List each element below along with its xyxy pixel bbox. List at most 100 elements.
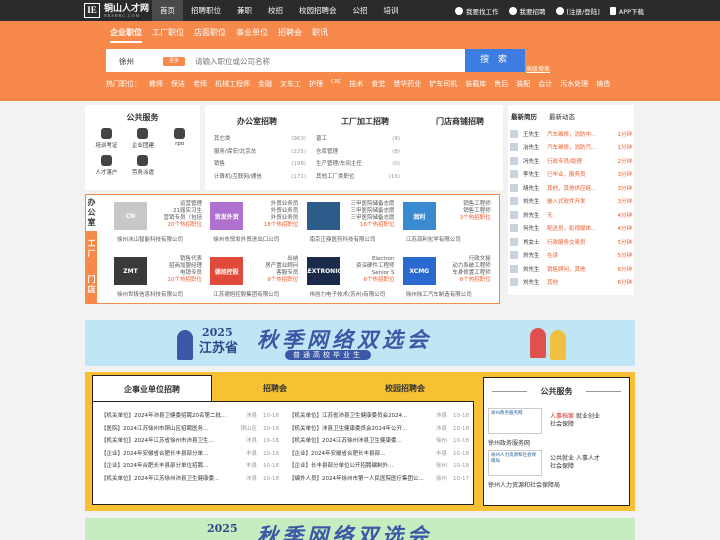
job-link[interactable]: 车身修置工程师 — [439, 270, 491, 277]
hot-job-link[interactable]: 装载库 — [465, 79, 486, 89]
hot-job-link[interactable]: 技术 — [349, 79, 363, 89]
hot-job-link[interactable]: 护理 — [309, 79, 323, 89]
resume-row[interactable]: 冶先生 汽车维修，消防汽... 1分钟 — [510, 141, 632, 155]
nav-campus[interactable]: 校招 — [260, 0, 291, 21]
public-job-row[interactable]: 【编外人员】2024年徐州市第一人民医院医疗集团公... 徐州 10-17 — [289, 473, 469, 486]
search-tab-corp[interactable]: 企业职位 — [110, 27, 142, 43]
hot-job-link[interactable]: 售后 — [494, 79, 508, 89]
list-item[interactable]: 其他工厂类职位 (16) — [316, 171, 400, 184]
company-name[interactable]: 伟创力电子技术(苏州)有限公司 — [310, 290, 386, 298]
public-job-row[interactable]: 【企业】2024年安徽省合肥长丰县部分单... 丰县 10-18 — [101, 448, 279, 461]
more-jobs-link[interactable]: 6个热招职位 — [439, 277, 491, 284]
resume-row[interactable]: 何先生 配送员，影视媒体... 4分钟 — [510, 222, 632, 236]
more-jobs-link[interactable]: 20个热招职位 — [150, 222, 203, 229]
resume-row[interactable]: 王先生 汽车维修，消防中... 1分钟 — [510, 127, 632, 141]
list-item[interactable]: 生产管理/车间主任 (0) — [316, 158, 400, 171]
job-link[interactable]: 资深硬件工程师 — [343, 263, 395, 270]
hot-job-link[interactable]: 会计 — [538, 79, 552, 89]
job-link[interactable]: Electron — [343, 256, 395, 263]
service-settle[interactable]: 人才落户 — [88, 155, 125, 176]
nav-jobs[interactable]: 招聘职位 — [183, 0, 229, 21]
company-card[interactable]: 润利 销售工程师 销售工程师 3个热招职位 江苏润利化学有限公司 — [401, 199, 497, 246]
service-dispatch[interactable]: 劳务派遣 — [125, 155, 162, 176]
job-link[interactable]: 运营管理 — [150, 201, 202, 208]
resume-row[interactable]: 刘先生 嵌入式软件开发 3分钟 — [510, 195, 632, 209]
resume-row[interactable]: 冯先生 行政专员/助理 2分钟 — [510, 154, 632, 168]
list-item[interactable]: 其它类 (963) — [214, 133, 306, 146]
nav-public[interactable]: 公招 — [345, 0, 376, 21]
nav-parttime[interactable]: 兼职 — [229, 0, 260, 21]
company-name[interactable]: 徐州徐工汽车制造有限公司 — [406, 290, 472, 298]
job-link[interactable]: 行政文秘 — [439, 256, 491, 263]
corp-tab-office[interactable]: 办公室 — [86, 195, 97, 231]
company-card[interactable]: 三甲医院储备志愿 三甲医院储备志愿 三甲医院储备志愿 16个热招职位 南京正鼎医药科技有… — [305, 199, 401, 246]
corp-tab-factory[interactable]: 工厂 — [86, 231, 97, 267]
public-job-row[interactable]: 【机关单位】2024江苏徐州沛县卫生健康委... 徐州 10-18 — [289, 435, 469, 448]
company-name[interactable]: 徐州冰山智能科技有限公司 — [117, 235, 183, 243]
public-job-row[interactable]: 【机关单位】江苏省沛县卫生健康委员会2024... 沛县 10-18 — [289, 410, 469, 423]
list-item[interactable]: 销售 (198) — [214, 158, 306, 171]
search-button[interactable]: 搜 索 — [465, 49, 525, 72]
hot-job-link[interactable]: 食堂 — [371, 79, 385, 89]
fair-banner-2[interactable]: 2025 秋季网络双选会 — [85, 518, 635, 540]
hot-job-link[interactable]: 铸造 — [596, 79, 610, 89]
more-jobs-link[interactable]: 6个热招职位 — [343, 277, 395, 284]
company-card[interactable]: 贸发外贸 外贸业务员 外贸业务员 外贸业务员 18个热招职位 徐州市贸发外贸进出口公司 — [208, 199, 304, 246]
more-jobs-link[interactable]: 18个热招职位 — [246, 222, 299, 229]
public-job-row[interactable]: 【企业】长丰县部分单位公开招聘编制外... 徐州 10-18 — [289, 460, 469, 473]
advanced-search-link[interactable]: 高级搜索 — [526, 64, 550, 73]
gov-service-item[interactable]: 徐州政务服务网 人事档案 就业创业 社会保障 徐州政务服务网 — [488, 408, 628, 448]
search-tab-news[interactable]: 职讯 — [312, 27, 328, 43]
public-job-row[interactable]: 【机关单位】2024年沛县卫健委招聘20名第二批... 沛县 10-18 — [101, 410, 279, 423]
resume-row[interactable]: 刘先生 销售顾问，其他 6分钟 — [510, 262, 632, 276]
tab-latest-news[interactable]: 最新动态 — [549, 111, 575, 121]
public-job-row[interactable]: 【企业】2024年合肥长丰县部分单位招聘... 丰县 10-18 — [101, 460, 279, 473]
hot-job-link[interactable]: 装配 — [516, 79, 530, 89]
list-item[interactable]: 仓库管理 (8) — [316, 146, 400, 159]
public-job-row[interactable]: 【医院】2024江苏徐州市铜山区招聘医务... 铜山区 10-18 — [101, 423, 279, 436]
job-link[interactable]: Senior S — [343, 270, 395, 277]
tab-latest-resumes[interactable]: 最新简历 — [511, 111, 537, 121]
hot-job-link[interactable]: 铲车司机 — [429, 79, 457, 89]
company-name[interactable]: 江苏润利化学有限公司 — [406, 235, 461, 243]
list-item[interactable]: 普工 (9) — [316, 133, 400, 146]
search-tab-shop[interactable]: 店面职位 — [194, 27, 226, 43]
job-link[interactable]: 三甲医院储备志愿 — [343, 215, 394, 222]
search-tab-factory[interactable]: 工厂职位 — [152, 27, 184, 43]
corp-tab-shop[interactable]: 门店 — [86, 267, 97, 303]
search-tab-fair[interactable]: 招聘会 — [278, 27, 302, 43]
resume-row[interactable]: 刘先生 在读 5分钟 — [510, 249, 632, 263]
resume-row[interactable]: 肖女士 行政服务交易员 5分钟 — [510, 235, 632, 249]
hot-job-link[interactable]: 教师 — [149, 79, 163, 89]
tab-campus-fair[interactable]: 校园招聘会 — [340, 375, 470, 402]
more-jobs-link[interactable]: 3个热招职位 — [439, 215, 491, 222]
hot-job-link[interactable]: 叉车工 — [280, 79, 301, 89]
company-name[interactable]: 徐州市贸发外贸进出口公司 — [213, 235, 279, 243]
tab-public-units[interactable]: 企事业单位招聘 — [92, 375, 212, 402]
company-name[interactable]: 南京正鼎医药科技有限公司 — [310, 235, 376, 243]
public-job-row[interactable]: 【企业】2024年安徽省合肥长丰县部... 丰县 10-18 — [289, 448, 469, 461]
tab-job-fair[interactable]: 招聘会 — [215, 375, 335, 402]
service-rpo[interactable]: rpo — [161, 128, 198, 149]
job-link[interactable]: 三甲医院储备志愿 — [343, 201, 394, 208]
more-jobs-link[interactable]: 10个热招职位 — [150, 277, 203, 284]
resume-row[interactable]: 刘先生无 4分钟 — [510, 208, 632, 222]
service-teambuilding[interactable]: 企业团建 — [125, 128, 162, 149]
city-change-button[interactable]: 更多 — [163, 57, 185, 66]
list-item[interactable]: 计算机/互联网/通信 (171) — [214, 171, 306, 184]
resume-row[interactable]: 刘先生 其他 6分钟 — [510, 276, 632, 290]
company-card[interactable]: XCMG 行政文秘 动力系统工程师 车身修置工程师 6个热招职位 徐州徐工汽车制造有限公司 — [401, 254, 497, 301]
fair-banner[interactable]: 2025 江苏省 秋季网络双选会 普通高校毕业生 — [85, 320, 635, 366]
company-card[interactable]: 德旭控股 出纳 房产置业顾问 客服专员 9个热招职位 江苏德旭控股集团有限公司 — [208, 254, 304, 301]
company-card[interactable]: ZMT 销售代表 招商加盟经理 电销专员 10个热招职位 徐州世极信息科技有限公司 — [112, 254, 208, 301]
hot-job-link[interactable]: 金融 — [258, 79, 272, 89]
nav-home[interactable]: 首页 — [152, 0, 183, 21]
public-job-row[interactable]: 【机关单位】沛县卫生健康委员会2024年公开... 沛县 10-18 — [289, 423, 469, 436]
job-link[interactable]: 客服专员 — [246, 270, 298, 277]
job-link[interactable]: 出纳 — [246, 256, 298, 263]
job-link[interactable]: 电销专员 — [150, 270, 202, 277]
job-link[interactable]: 外贸业务员 — [246, 208, 299, 215]
nav-training[interactable]: 培训 — [376, 0, 407, 21]
service-training[interactable]: 培训考证 — [88, 128, 125, 149]
public-job-row[interactable]: 【机关单位】2024年江苏徐州沛县卫生健康委... 沛县 10-18 — [101, 473, 279, 486]
